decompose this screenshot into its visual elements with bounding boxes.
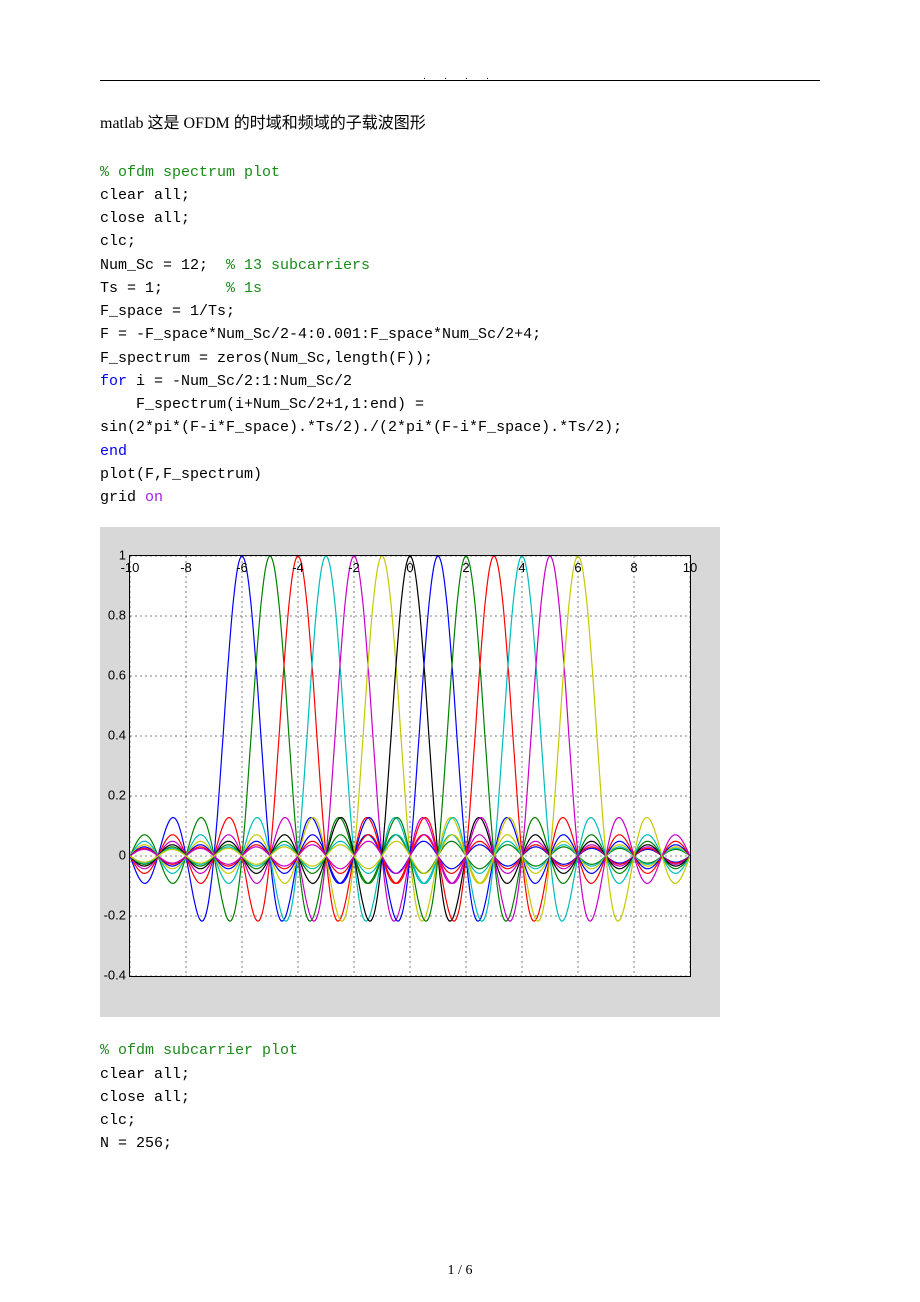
code-line: close all; (100, 1089, 190, 1106)
code-comment: % 13 subcarriers (226, 257, 370, 274)
x-tick-label: -2 (348, 558, 360, 579)
y-tick-label: 0.6 (96, 666, 126, 687)
x-tick-label: 2 (462, 558, 469, 579)
y-tick-label: -0.4 (96, 966, 126, 987)
x-tick-label: 10 (683, 558, 697, 579)
code-line: plot(F,F_spectrum) (100, 466, 262, 483)
code-line: F_space = 1/Ts; (100, 303, 235, 320)
header-rule: . . . . (100, 80, 820, 81)
x-tick-label: 4 (518, 558, 525, 579)
x-tick-label: -4 (292, 558, 304, 579)
y-tick-label: 0.8 (96, 606, 126, 627)
code-block-2: % ofdm subcarrier plot clear all; close … (100, 1039, 820, 1155)
chart-svg (130, 556, 690, 976)
code-line: clear all; (100, 187, 190, 204)
x-tick-label: -8 (180, 558, 192, 579)
code-comment: % ofdm spectrum plot (100, 164, 280, 181)
x-tick-label: 8 (630, 558, 637, 579)
chart-figure: -10-8-6-4-20246810 -0.4-0.200.20.40.60.8… (100, 527, 720, 1017)
x-tick-label: -6 (236, 558, 248, 579)
code-block-1: % ofdm spectrum plot clear all; close al… (100, 161, 820, 510)
y-tick-label: 0 (96, 846, 126, 867)
code-string: on (145, 489, 163, 506)
page-number: 1 / 6 (448, 1260, 473, 1282)
y-tick-label: 0.4 (96, 726, 126, 747)
code-line: clc; (100, 1112, 136, 1129)
document-page: . . . . matlab 这是 OFDM 的时域和频域的子载波图形 % of… (0, 0, 920, 1302)
code-keyword: for (100, 373, 127, 390)
code-keyword: end (100, 443, 127, 460)
chart-outer-frame: -10-8-6-4-20246810 -0.4-0.200.20.40.60.8… (100, 527, 720, 1017)
code-line: N = 256; (100, 1135, 172, 1152)
code-line: F = -F_space*Num_Sc/2-4:0.001:F_space*Nu… (100, 326, 541, 343)
code-line: clear all; (100, 1066, 190, 1083)
code-comment: % ofdm subcarrier plot (100, 1042, 298, 1059)
code-line: Ts = 1; (100, 280, 226, 297)
code-line: sin(2*pi*(F-i*F_space).*Ts/2)./(2*pi*(F-… (100, 419, 622, 436)
page-title: matlab 这是 OFDM 的时域和频域的子载波图形 (100, 111, 820, 137)
code-comment: % 1s (226, 280, 262, 297)
code-line: clc; (100, 233, 136, 250)
code-line: close all; (100, 210, 190, 227)
header-dots: . . . . (423, 69, 497, 85)
code-line: F_spectrum(i+Num_Sc/2+1,1:end) = (100, 396, 424, 413)
y-tick-label: 1 (96, 546, 126, 567)
y-tick-label: -0.2 (96, 906, 126, 927)
chart-axes: -10-8-6-4-20246810 -0.4-0.200.20.40.60.8… (129, 555, 691, 977)
code-line: F_spectrum = zeros(Num_Sc,length(F)); (100, 350, 433, 367)
code-line: i = -Num_Sc/2:1:Num_Sc/2 (127, 373, 352, 390)
y-tick-label: 0.2 (96, 786, 126, 807)
code-line: Num_Sc = 12; (100, 257, 226, 274)
x-tick-label: 0 (406, 558, 413, 579)
code-line: grid (100, 489, 145, 506)
x-tick-label: 6 (574, 558, 581, 579)
